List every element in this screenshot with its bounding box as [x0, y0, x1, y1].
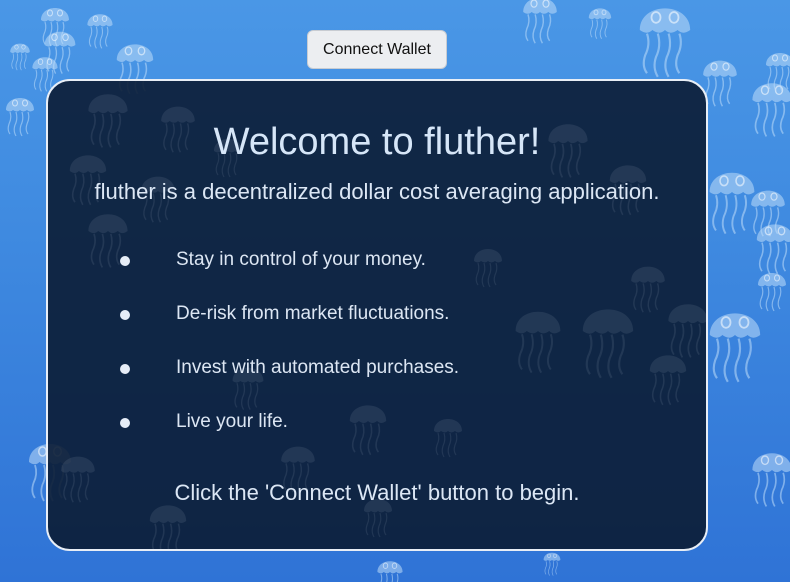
app-description: fluther is a decentralized dollar cost a…: [94, 179, 660, 204]
call-to-action: Click the 'Connect Wallet' button to beg…: [174, 480, 580, 505]
feature-item: Invest with automated purchases.: [48, 357, 548, 381]
feature-text: Stay in control of your money.: [176, 249, 426, 270]
feature-text: De-risk from market fluctuations.: [176, 303, 450, 324]
feature-item: De-risk from market fluctuations.: [48, 303, 548, 327]
feature-text: Live your life.: [176, 411, 288, 432]
bullet-icon: [120, 418, 130, 428]
bullet-icon: [120, 364, 130, 374]
page-title: Welcome to fluther!: [213, 121, 541, 163]
feature-item: Live your life.: [48, 411, 548, 435]
connect-wallet-button[interactable]: Connect Wallet: [307, 30, 447, 69]
feature-text: Invest with automated purchases.: [176, 357, 460, 378]
feature-item: Stay in control of your money.: [48, 249, 548, 273]
bullet-icon: [120, 256, 130, 266]
welcome-card: Welcome to fluther! fluther is a decentr…: [46, 79, 708, 551]
bullet-icon: [120, 310, 130, 320]
